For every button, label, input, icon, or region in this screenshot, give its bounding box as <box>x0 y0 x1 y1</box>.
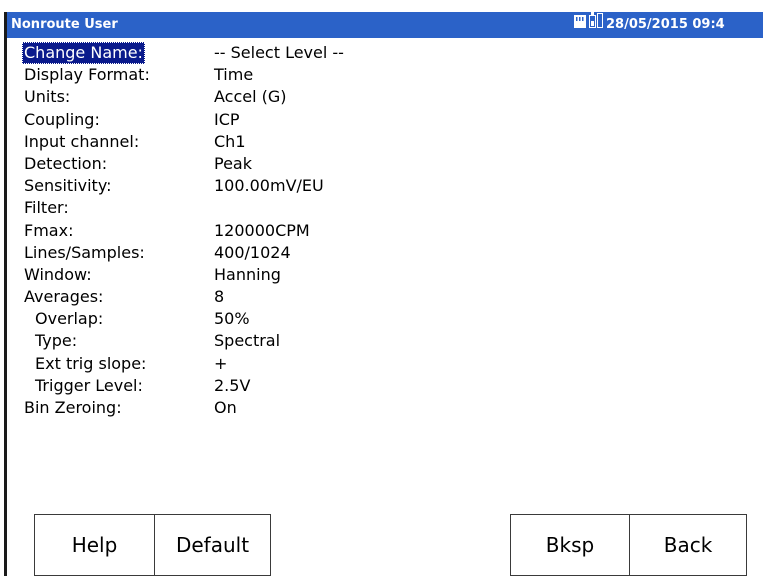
settings-row[interactable]: Filter: <box>24 197 524 219</box>
setting-label: Window: <box>24 264 92 284</box>
back-button[interactable]: Back <box>629 514 747 576</box>
settings-row[interactable]: Ext trig slope: + <box>24 353 524 375</box>
settings-row[interactable]: Averages: 8 <box>24 286 524 308</box>
setting-label: Coupling: <box>24 109 100 129</box>
settings-row[interactable]: Bin Zeroing: On <box>24 397 524 419</box>
setting-value: Ch1 <box>214 131 246 151</box>
settings-row[interactable]: Change Name: -- Select Level -- <box>22 42 524 64</box>
setting-label: Ext trig slope: <box>35 353 147 373</box>
setting-value: 8 <box>214 287 225 307</box>
default-button[interactable]: Default <box>154 514 271 576</box>
setting-value: On <box>214 398 237 417</box>
memory-card-icon <box>574 12 586 38</box>
help-button[interactable]: Help <box>34 514 155 576</box>
settings-row[interactable]: Window: Hanning <box>24 264 524 286</box>
setting-value: Peak <box>214 153 252 173</box>
setting-label: Type: <box>35 331 78 351</box>
setting-label: Sensitivity: <box>24 176 112 196</box>
setting-value: 100.00mV/EU <box>214 176 324 196</box>
settings-list: Change Name: -- Select Level -- Display Fo… <box>22 42 524 419</box>
bksp-button[interactable]: Bksp <box>510 514 630 576</box>
settings-row[interactable]: Sensitivity: 100.00mV/EU <box>24 175 524 197</box>
settings-row[interactable]: Overlap: 50% <box>24 308 524 330</box>
setting-label: Change Name: <box>22 42 145 64</box>
setting-label: Bin Zeroing: <box>24 398 122 417</box>
setting-label: Fmax: <box>24 220 74 240</box>
battery-icon <box>589 12 603 38</box>
settings-row[interactable]: Fmax: 120000CPM <box>24 220 524 242</box>
setting-value: Spectral <box>214 331 281 351</box>
setting-value: ICP <box>214 109 240 129</box>
settings-row[interactable]: Units: Accel (G) <box>24 86 524 108</box>
window-title: Nonroute User <box>11 17 118 32</box>
setting-value: Hanning <box>214 264 281 284</box>
settings-row[interactable]: Type: Spectral <box>24 330 524 352</box>
setting-label: Display Format: <box>24 65 150 85</box>
setting-label: Averages: <box>24 287 104 307</box>
setting-label: Overlap: <box>35 309 104 329</box>
settings-row[interactable]: Input channel: Ch1 <box>24 131 524 153</box>
status-area: 28/05/2015 09:4 <box>574 12 725 38</box>
setting-value: -- Select Level -- <box>214 43 344 62</box>
setting-value: 400/1024 <box>214 242 291 262</box>
setting-label: Units: <box>24 87 71 107</box>
setting-label: Lines/Samples: <box>24 242 145 262</box>
settings-row[interactable]: Detection: Peak <box>24 153 524 175</box>
settings-row[interactable]: Lines/Samples: 400/1024 <box>24 242 524 264</box>
settings-row[interactable]: Trigger Level: 2.5V <box>24 375 524 397</box>
title-bar: Nonroute User 28/05/2015 09:4 <box>7 12 763 38</box>
setting-value: + <box>214 353 228 373</box>
setting-value: 120000CPM <box>214 220 310 240</box>
setting-label: Detection: <box>24 153 108 173</box>
setting-label: Trigger Level: <box>35 375 143 395</box>
setting-label: Input channel: <box>24 131 140 151</box>
setting-value: 2.5V <box>214 375 251 395</box>
datetime-display: 28/05/2015 09:4 <box>606 17 725 32</box>
setting-value: 50% <box>214 309 250 329</box>
settings-row[interactable]: Coupling: ICP <box>24 109 524 131</box>
setting-value: Time <box>214 65 254 85</box>
setting-label: Filter: <box>24 198 69 218</box>
settings-row[interactable]: Display Format: Time <box>24 64 524 86</box>
setting-value: Accel (G) <box>214 87 287 107</box>
